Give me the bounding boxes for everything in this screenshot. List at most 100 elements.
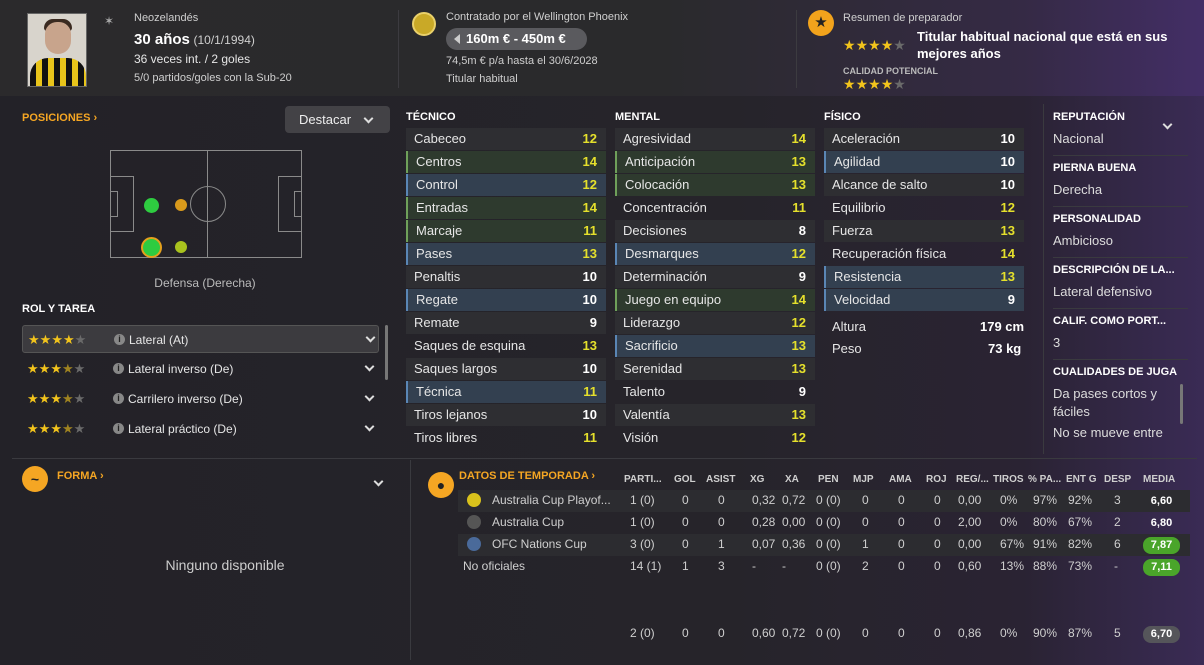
attribute-row[interactable]: Control 12 — [406, 174, 606, 196]
role-item[interactable]: ★★★★★ i Carrilero inverso (De) — [22, 385, 379, 413]
position-pitch[interactable] — [110, 150, 302, 258]
season-column-header[interactable]: ENT G — [1066, 474, 1097, 485]
attribute-row[interactable]: Valentía 13 — [615, 404, 815, 426]
season-column-header[interactable]: XA — [785, 474, 799, 485]
attribute-row[interactable]: Entradas 14 — [406, 197, 606, 219]
season-column-header[interactable]: MJP — [853, 474, 874, 485]
attribute-row[interactable]: Tiros libres 11 — [406, 427, 606, 449]
attribute-row[interactable]: Talento 9 — [615, 381, 815, 403]
info-icon[interactable]: i — [113, 363, 124, 374]
attribute-row[interactable]: Concentración 11 — [615, 197, 815, 219]
attribute-row[interactable]: Desmarques 12 — [615, 243, 815, 265]
attribute-name: Sacrificio — [625, 338, 678, 353]
chevron-down-icon[interactable] — [364, 391, 375, 402]
attribute-row[interactable]: Fuerza 13 — [824, 220, 1024, 242]
attribute-row[interactable]: Regate 10 — [406, 289, 606, 311]
info-icon[interactable]: i — [113, 393, 124, 404]
attribute-row[interactable]: Liderazgo 12 — [615, 312, 815, 334]
player-photo[interactable] — [27, 13, 87, 87]
season-column-header[interactable]: PARTI... — [624, 474, 662, 485]
season-cell: 67% — [1068, 515, 1093, 529]
attribute-row[interactable]: Marcaje 11 — [406, 220, 606, 242]
form-title[interactable]: FORMA › — [57, 470, 104, 482]
season-column-header[interactable]: MEDIA — [1143, 474, 1175, 485]
competition-name[interactable]: Australia Cup — [492, 515, 564, 529]
attribute-row[interactable]: Velocidad 9 — [824, 289, 1024, 311]
attribute-row[interactable]: Tiros lejanos 10 — [406, 404, 606, 426]
positions-title[interactable]: POSICIONES › — [22, 112, 97, 124]
attribute-row[interactable]: Saques de esquina 13 — [406, 335, 606, 357]
attribute-row[interactable]: Alcance de salto 10 — [824, 174, 1024, 196]
attribute-row[interactable]: Remate 9 — [406, 312, 606, 334]
season-column-header[interactable]: ROJ — [926, 474, 947, 485]
competition-name[interactable]: OFC Nations Cup — [492, 537, 587, 551]
season-cell: 88% — [1033, 559, 1058, 573]
attribute-row[interactable]: Centros 14 — [406, 151, 606, 173]
competition-name[interactable]: Australia Cup Playof... — [492, 493, 611, 507]
attribute-row[interactable]: Resistencia 13 — [824, 266, 1024, 288]
info-icon[interactable]: i — [114, 334, 125, 345]
season-column-header[interactable]: REG/... — [956, 474, 989, 485]
info-icon[interactable]: i — [113, 423, 124, 434]
season-column-header[interactable]: AMA — [889, 474, 912, 485]
attribute-name: Serenidad — [623, 361, 683, 376]
season-column-header[interactable]: PEN — [818, 474, 839, 485]
attribute-row[interactable]: Juego en equipo 14 — [615, 289, 815, 311]
position-dot-dl[interactable] — [144, 198, 159, 213]
attribute-row[interactable]: Sacrificio 13 — [615, 335, 815, 357]
attribute-row[interactable]: Agilidad 10 — [824, 151, 1024, 173]
attribute-row[interactable]: Saques largos 10 — [406, 358, 606, 380]
coach-summary-label: Resumen de preparador — [843, 12, 963, 24]
role-stars: ★★★★★ — [27, 421, 86, 436]
season-cell: 0 (0) — [816, 493, 841, 507]
contract-club[interactable]: Contratado por el Wellington Phoenix — [446, 11, 628, 23]
attribute-row[interactable]: Aceleración 10 — [824, 128, 1024, 150]
technical-title: TÉCNICO — [406, 111, 456, 123]
attribute-row[interactable]: Técnica 11 — [406, 381, 606, 403]
season-column-header[interactable]: ASIST — [706, 474, 735, 485]
highlight-dropdown[interactable]: Destacar — [285, 106, 390, 133]
season-cell: 0 — [934, 537, 941, 551]
attribute-row[interactable]: Colocación 13 — [615, 174, 815, 196]
chevron-down-icon[interactable] — [365, 332, 376, 343]
position-dot-wbr[interactable] — [175, 241, 187, 253]
info-scrollbar[interactable] — [1180, 384, 1183, 424]
form-empty: Ninguno disponible — [165, 557, 285, 573]
attribute-value: 12 — [791, 430, 806, 445]
competition-name[interactable]: No oficiales — [463, 559, 525, 573]
club-badge-icon[interactable] — [412, 12, 436, 36]
attribute-row[interactable]: Recuperación física 14 — [824, 243, 1024, 265]
attribute-value: 11 — [583, 384, 597, 399]
attribute-row[interactable]: Equilibrio 12 — [824, 197, 1024, 219]
role-item[interactable]: ★★★★★ i Lateral (At) — [22, 325, 379, 353]
season-column-header[interactable]: GOL — [674, 474, 696, 485]
season-title[interactable]: DATOS DE TEMPORADA › — [459, 470, 595, 482]
value-pill[interactable]: 160m € - 450m € — [446, 28, 587, 50]
attribute-row[interactable]: Decisiones 8 — [615, 220, 815, 242]
attribute-row[interactable]: Serenidad 13 — [615, 358, 815, 380]
position-dot-dr[interactable] — [141, 237, 162, 258]
season-column-header[interactable]: XG — [750, 474, 764, 485]
role-item[interactable]: ★★★★★ i Lateral práctico (De) — [22, 415, 379, 443]
attribute-row[interactable]: Determinación 9 — [615, 266, 815, 288]
roles-scrollbar[interactable] — [385, 325, 388, 380]
chevron-down-icon[interactable] — [364, 421, 375, 432]
attribute-row[interactable]: Agresividad 14 — [615, 128, 815, 150]
attribute-name: Valentía — [623, 407, 670, 422]
role-item[interactable]: ★★★★★ i Lateral inverso (De) — [22, 355, 379, 383]
season-column-header[interactable]: DESP — [1104, 474, 1131, 485]
season-column-header[interactable]: % PA... — [1028, 474, 1061, 485]
attribute-row[interactable]: Anticipación 13 — [615, 151, 815, 173]
attribute-row[interactable]: Cabeceo 12 — [406, 128, 606, 150]
position-dot-wbl[interactable] — [175, 199, 187, 211]
info-value: Nacional — [1053, 131, 1104, 146]
chevron-down-icon[interactable] — [364, 361, 375, 372]
season-cell: 3 — [718, 559, 725, 573]
info-value: Derecha — [1053, 182, 1103, 197]
average-rating-badge: 6,80 — [1150, 517, 1173, 529]
season-column-header[interactable]: TIROS — [993, 474, 1024, 485]
attribute-row[interactable]: Penaltis 10 — [406, 266, 606, 288]
attribute-row[interactable]: Visión 12 — [615, 427, 815, 449]
ball-icon — [467, 515, 481, 529]
attribute-row[interactable]: Pases 13 — [406, 243, 606, 265]
